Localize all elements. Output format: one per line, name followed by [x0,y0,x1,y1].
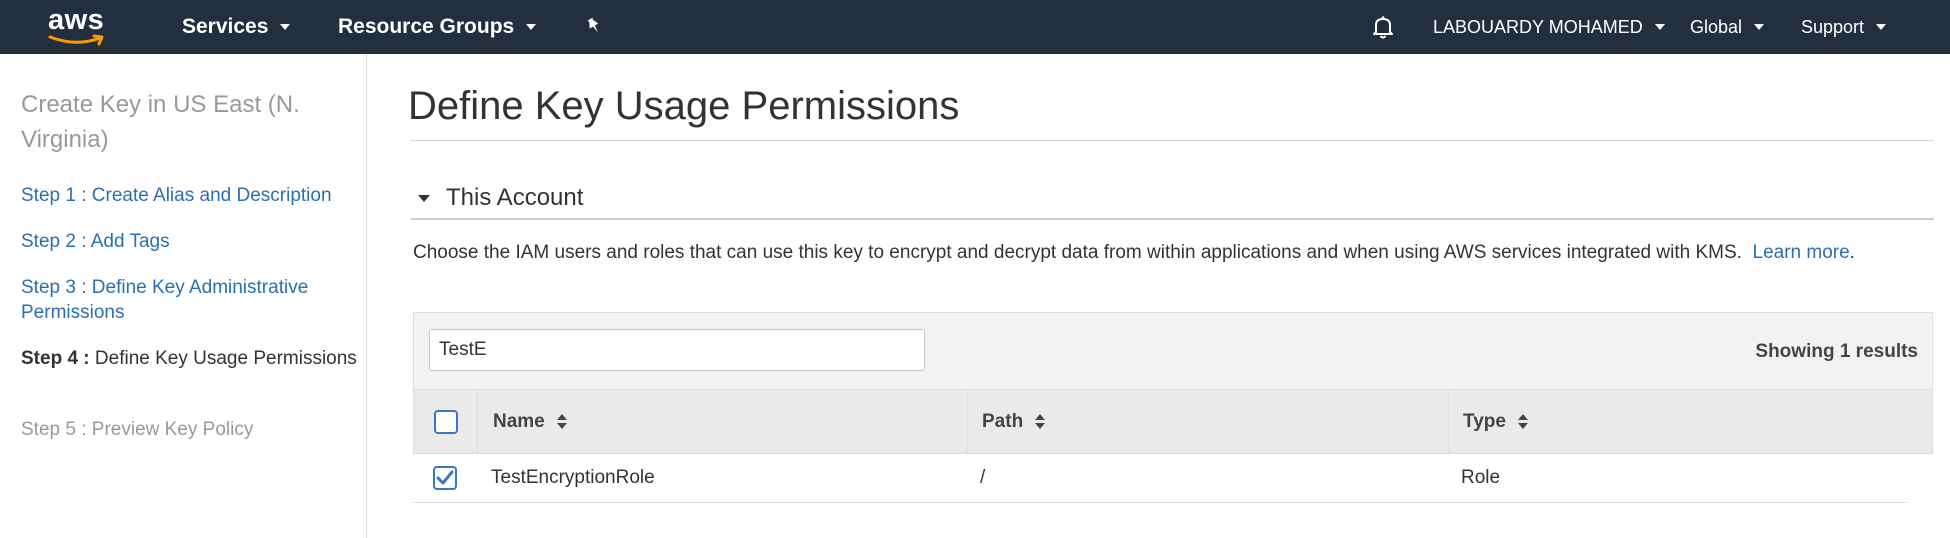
chevron-down-icon [280,24,291,30]
wizard-step-4-current: Step 4 : Define Key Usage Permissions [21,346,361,371]
step-label: Add Tags [90,231,170,252]
table-row[interactable]: TestEncryptionRole / Role [413,454,1907,503]
this-account-section-toggle[interactable]: This Account [418,184,583,212]
chevron-down-icon [526,24,537,30]
wizard-sidebar: Create Key in US East (N. Virginia) Step… [0,54,367,538]
select-all-cell [414,390,478,453]
chevron-down-icon [1654,24,1665,30]
services-label: Services [182,15,269,38]
column-header-path[interactable]: Path [968,390,1449,453]
bell-icon [1373,16,1393,39]
results-count: Showing 1 results [1755,341,1918,362]
checkmark-icon [436,470,454,485]
services-menu[interactable]: Services [182,0,291,54]
wizard-title: Create Key in US East (N. Virginia) [21,91,300,153]
top-navigation-bar: aws Services Resource Groups LABOUARDY M… [0,0,1950,54]
smile-arrow-icon [48,34,104,46]
row-name: TestEncryptionRole [491,467,655,488]
support-label: Support [1801,16,1865,37]
region-menu[interactable]: Global [1690,0,1765,54]
table-header: Name Path Type [413,389,1933,454]
wizard-step-5: Step 5 : Preview Key Policy [21,417,361,442]
sort-icon [1517,414,1528,429]
sort-icon [556,414,567,429]
sort-icon [1035,414,1046,429]
description-text: Choose the IAM users and roles that can … [413,242,1742,263]
wizard-step-2[interactable]: Step 2 : Add Tags [21,229,361,254]
search-input[interactable] [429,329,925,371]
learn-more-link[interactable]: Learn more [1753,242,1850,263]
row-checkbox[interactable] [433,466,457,490]
pin-button[interactable] [583,0,605,54]
row-type: Role [1461,467,1501,488]
notifications-button[interactable] [1370,0,1396,54]
chevron-down-icon [1754,24,1765,30]
section-description: Choose the IAM users and roles that can … [413,240,1855,266]
step-label: Define Key Usage Permissions [94,348,357,369]
select-all-checkbox[interactable] [433,409,458,434]
aws-logo[interactable]: aws [44,4,110,48]
step-number: Step 2 : [21,231,87,252]
column-header-type[interactable]: Type [1449,390,1933,453]
row-select-cell [413,454,477,502]
collapse-triangle-icon [418,194,430,202]
resource-groups-label: Resource Groups [338,15,515,38]
column-header-label: Type [1463,410,1506,432]
wizard-step-3[interactable]: Step 3 : Define Key Administrative Permi… [21,275,361,325]
step-number: Step 3 : [21,277,87,298]
step-label: Create Alias and Description [91,185,332,206]
resource-groups-menu[interactable]: Resource Groups [338,0,537,54]
column-header-label: Name [493,410,545,432]
step-number: Step 1 : [21,185,87,206]
row-path: / [980,467,986,488]
wizard-step-1[interactable]: Step 1 : Create Alias and Description [21,183,361,208]
section-title: This Account [446,184,584,211]
table-filter-bar: Showing 1 results [413,312,1933,390]
account-menu[interactable]: LABOUARDY MOHAMED [1433,0,1665,54]
description-period: . [1849,242,1855,263]
support-menu[interactable]: Support [1801,0,1887,54]
page-title: Define Key Usage Permissions [408,84,960,128]
aws-logo-text: aws [48,4,105,36]
account-name: LABOUARDY MOHAMED [1433,16,1643,37]
column-header-name[interactable]: Name [478,390,968,453]
title-divider [410,140,1934,141]
step-label: Preview Key Policy [91,419,254,440]
pin-icon [587,17,599,33]
step-number: Step 5 : [21,419,87,440]
column-header-label: Path [982,410,1024,432]
chevron-down-icon [1876,24,1887,30]
region-label: Global [1690,16,1743,37]
section-divider [411,218,1934,220]
step-number: Step 4 : [21,348,90,369]
